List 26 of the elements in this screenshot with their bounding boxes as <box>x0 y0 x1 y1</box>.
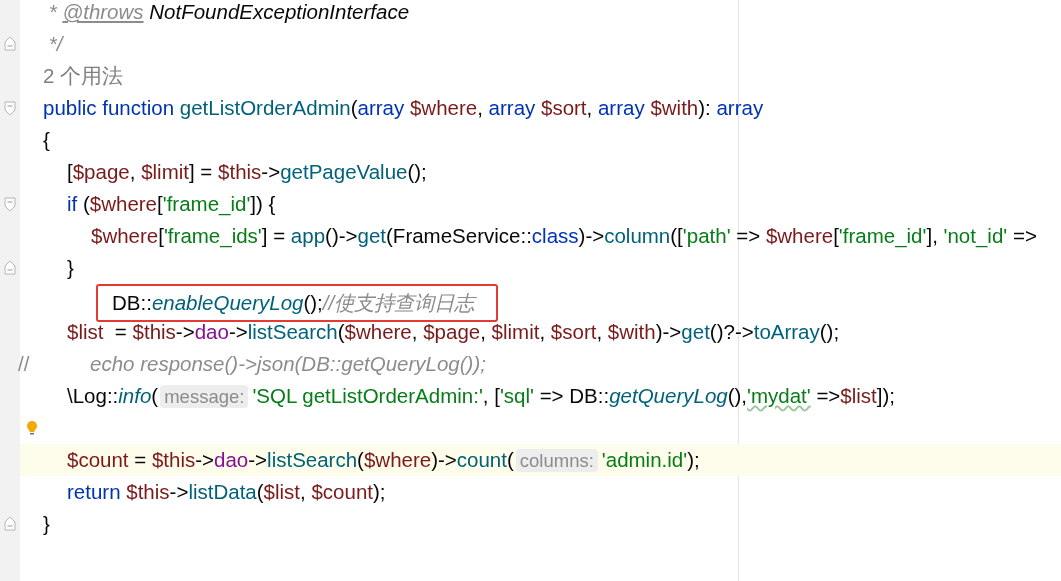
commented-code-line: // echo response()->json(DB::getQueryLog()); <box>18 352 486 375</box>
code-line: [$page, $limit] = $this->getPageValue(); <box>67 160 427 183</box>
code-line: $where['frame_ids'] = app()->get(FrameService::class)->column(['path' => $where['frame_id'], 'not_id' => <box>91 224 1037 247</box>
parameter-hint: message: <box>160 384 249 408</box>
lightbulb-icon[interactable] <box>25 420 38 436</box>
code-line: */ <box>47 32 63 55</box>
fold-icon[interactable] <box>3 100 17 116</box>
code-line: $list = $this->dao->listSearch($where, $page, $limit, $sort, $with)->get()?->toArray(); <box>67 320 840 343</box>
code-line: if ($where['frame_id']) { <box>67 192 276 215</box>
fold-icon[interactable] <box>3 260 17 276</box>
code-text: $count = $this->dao->listSearch($where)->count( <box>67 447 514 471</box>
code-line: DB::enableQueryLog();//使支持查询日志 <box>112 291 475 314</box>
fold-icon[interactable] <box>3 196 17 212</box>
code-line: public function getListOrderAdmin(array $where, array $sort, array $with): array <box>43 96 764 119</box>
fold-icon[interactable] <box>3 36 17 52</box>
code-text: 'SQL getListOrderAdmin:', ['sql' => DB::getQueryLog(),'mydat' =>$list]); <box>252 383 896 407</box>
code-line: } <box>43 512 50 535</box>
code-text: \Log::info( <box>67 383 159 407</box>
fold-icon[interactable] <box>3 516 17 532</box>
code-line: * @throws NotFoundExceptionInterface <box>47 0 410 23</box>
code-text: 'admin.id'); <box>601 447 700 471</box>
code-line: return $this->listData($list, $count); <box>67 480 386 503</box>
code-line: { <box>43 128 50 151</box>
code-line: } <box>67 256 74 279</box>
code-line: 2 个用法 <box>43 64 124 87</box>
parameter-hint: columns: <box>515 448 598 472</box>
